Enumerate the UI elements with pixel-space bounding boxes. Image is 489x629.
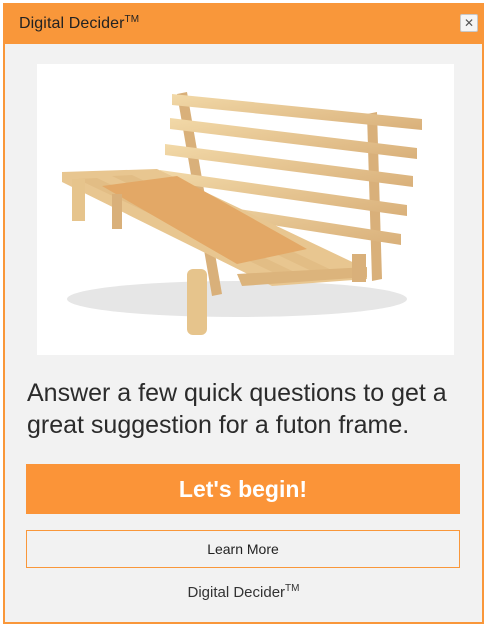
widget-title-text: Digital Decider	[19, 15, 125, 32]
close-x-icon: ✕	[463, 16, 475, 30]
futon-frame-illustration	[62, 92, 422, 335]
learn-more-button[interactable]: Learn More	[26, 530, 460, 568]
footer-brand-trademark: TM	[285, 583, 300, 594]
widget-title-trademark: TM	[124, 14, 140, 25]
lets-begin-button[interactable]: Let's begin!	[26, 464, 460, 514]
footer-brand: Digital DeciderTM	[5, 583, 482, 601]
futon-frame-photo	[37, 64, 454, 355]
widget-header: Digital DeciderTM ✕	[5, 5, 482, 44]
intro-prompt: Answer a few quick questions to get a gr…	[27, 379, 447, 439]
digital-decider-widget: Digital DeciderTM ✕ Answer a few quick q…	[3, 3, 484, 624]
close-button[interactable]: ✕	[460, 14, 478, 32]
footer-brand-text: Digital Decider	[187, 584, 286, 601]
widget-title: Digital DeciderTM	[19, 14, 140, 33]
